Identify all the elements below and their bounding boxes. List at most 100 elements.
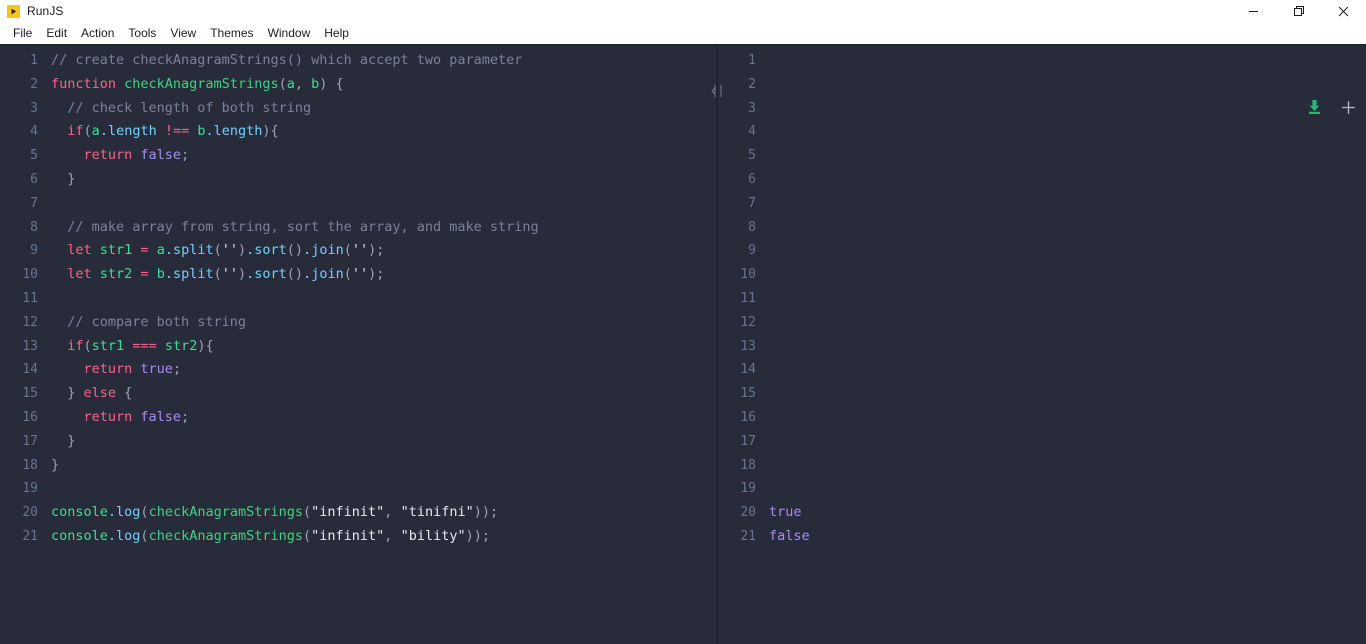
code-token: if [67, 337, 84, 354]
output-line: 18 [718, 454, 1366, 478]
output-value [756, 120, 769, 144]
output-line: 7 [718, 192, 1366, 216]
code-token: ; [181, 408, 190, 425]
line-number: 12 [22, 314, 38, 330]
code-token: .sort [246, 266, 287, 283]
menu-item-file[interactable]: File [6, 23, 39, 43]
menu-item-window[interactable]: Window [261, 23, 318, 43]
app-title: RunJS [27, 4, 64, 18]
line-number: 21 [22, 528, 38, 544]
line-number: 1 [30, 53, 38, 68]
line-number: 7 [30, 195, 38, 211]
code-token: console [51, 527, 108, 544]
code-editor[interactable]: 1 // create checkAnagramStrings() which a… [0, 46, 716, 549]
line-number: 13 [22, 338, 38, 354]
line-number: 18 [22, 457, 38, 473]
code-token: '' [351, 266, 369, 283]
code-line: 19 [0, 477, 716, 501]
code-token: "infinit" [311, 527, 385, 544]
code-token: } [51, 170, 76, 187]
code-token: "tinifni" [400, 504, 474, 521]
maximize-button[interactable] [1276, 0, 1321, 22]
code-token: ( [303, 504, 312, 521]
code-token: str1 [91, 337, 125, 354]
output-pane[interactable]: 1 2 3 4 5 6 7 8 9 10 11 12 13 14 15 16 17 18 19 20 true 21 fal… [718, 46, 1366, 644]
output-line: 8 [718, 216, 1366, 240]
line-number: 2 [30, 76, 38, 92]
output-line: 13 [718, 335, 1366, 359]
output-value [756, 311, 769, 335]
menu-item-themes[interactable]: Themes [203, 23, 260, 43]
code-token: // compare both string [51, 313, 247, 330]
code-token: () [286, 266, 304, 283]
code-token: } [51, 456, 60, 473]
code-token: !== [156, 123, 198, 140]
minimize-button[interactable] [1231, 0, 1276, 22]
line-number: 15 [22, 386, 38, 402]
code-token: else [83, 385, 117, 402]
output-console[interactable]: 1 2 3 4 5 6 7 8 9 10 11 12 13 14 15 16 17 18 19 20 true 21 fal… [718, 46, 1366, 549]
output-value [756, 49, 769, 73]
code-line-text: return false; [38, 144, 190, 168]
code-line-text: console.log(checkAnagramStrings("infinit… [38, 501, 498, 525]
code-token: === [124, 337, 165, 354]
code-token: ){ [262, 123, 279, 140]
output-value [756, 382, 769, 406]
code-token: console [51, 504, 108, 521]
code-token: ( [140, 504, 149, 521]
code-token: b [156, 266, 165, 283]
code-token: .join [303, 242, 344, 259]
output-line: 4 [718, 120, 1366, 144]
code-token: .sort [246, 242, 287, 259]
output-line: 5 [718, 144, 1366, 168]
menu-item-tools[interactable]: Tools [121, 23, 163, 43]
menu-item-edit[interactable]: Edit [39, 23, 74, 43]
output-value [756, 144, 769, 168]
code-token: a [156, 242, 165, 259]
code-line: 18} [0, 454, 716, 478]
code-token: , [294, 75, 312, 92]
output-line-number: 9 [748, 243, 756, 259]
code-line: 6 } [0, 168, 716, 192]
code-token: a [286, 75, 295, 92]
code-token: = [132, 242, 157, 259]
code-line: 2 function checkAnagramStrings(a, b) { [0, 73, 716, 97]
close-button[interactable] [1321, 0, 1366, 22]
code-token: } [51, 432, 76, 449]
plus-icon[interactable] [1338, 97, 1358, 117]
menu-item-help[interactable]: Help [317, 23, 356, 43]
code-token: = [132, 266, 157, 283]
code-token: b [197, 123, 206, 140]
code-editor-pane[interactable]: 1 // create checkAnagramStrings() which a… [0, 46, 716, 644]
code-token: "infinit" [311, 504, 385, 521]
code-line: 17 } [0, 430, 716, 454]
menu-item-action[interactable]: Action [74, 23, 121, 43]
code-token: .log [107, 504, 141, 521]
code-line: 8 // make array from string, sort the ar… [0, 216, 716, 240]
code-line-text: return false; [38, 406, 190, 430]
code-token: ( [140, 527, 149, 544]
menu-item-view[interactable]: View [163, 23, 203, 43]
titlebar-left: RunJS [0, 4, 64, 18]
code-token: .split [164, 266, 214, 283]
code-token: "bility" [400, 527, 466, 544]
download-icon[interactable] [1304, 97, 1324, 117]
line-number: 4 [30, 124, 38, 140]
output-value [756, 335, 769, 359]
output-value [756, 192, 769, 216]
code-token: ( [213, 242, 222, 259]
code-token: str2 [99, 266, 133, 283]
code-line-text: let str2 = b.split('').sort().join(''); [38, 263, 384, 287]
code-token: ) { [319, 75, 344, 92]
code-token: ) [238, 242, 247, 259]
code-line: 13 if(str1 === str2){ [0, 335, 716, 359]
output-value [756, 168, 769, 192]
output-line: 14 [718, 358, 1366, 382]
code-line: 12 // compare both string [0, 311, 716, 335]
column-resize-icon[interactable] [711, 84, 725, 98]
output-line-number: 17 [740, 433, 756, 449]
code-line-text [38, 477, 51, 501]
output-value [756, 216, 769, 240]
output-line-number: 13 [740, 338, 756, 354]
